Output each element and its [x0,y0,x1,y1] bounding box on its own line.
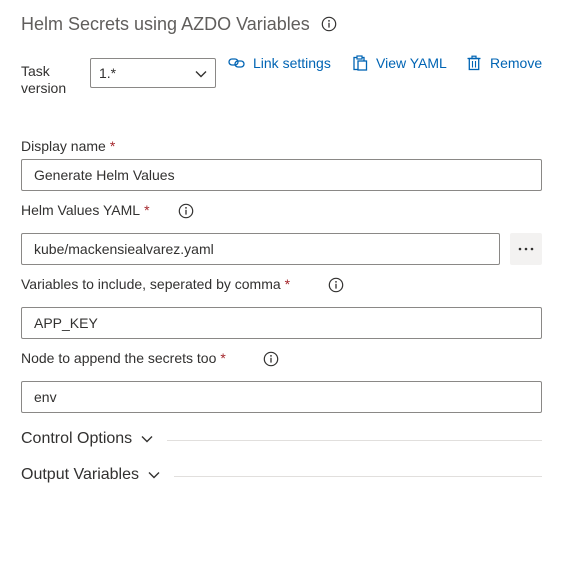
required-mark: * [144,202,150,218]
control-options-label: Control Options [21,430,133,447]
info-icon[interactable] [178,203,194,219]
node-to-append-field[interactable]: env [21,381,542,413]
info-icon[interactable] [328,277,344,293]
output-variables-toggle[interactable]: Output Variables [21,465,161,485]
output-variables-label: Output Variables [21,466,139,483]
helm-values-yaml-label: Helm Values YAML * [21,202,150,218]
required-mark: * [109,138,116,154]
display-name-label: Display name * [21,138,116,154]
chevron-down-icon [141,436,153,443]
required-mark: * [220,350,226,366]
remove-label: Remove [490,55,543,71]
helm-values-yaml-field[interactable]: kube/mackensiealvarez.yaml [21,233,500,265]
info-icon[interactable] [263,351,279,367]
info-icon[interactable] [321,16,337,32]
display-name-field[interactable]: Generate Helm Values [21,159,542,191]
required-mark: * [284,276,291,292]
link-icon [228,58,245,68]
view-yaml-label: View YAML [376,55,447,71]
remove-button[interactable]: Remove [466,54,542,72]
link-settings-button[interactable]: Link settings [228,54,331,72]
trash-icon [467,55,481,71]
chevron-down-icon [195,71,207,78]
link-settings-label: Link settings [253,55,331,71]
section-divider [174,476,542,477]
task-version-dropdown[interactable]: 1.* [90,58,216,88]
browse-button[interactable] [510,233,542,265]
variables-to-include-label: Variables to include, seperated by comma… [21,276,291,292]
node-to-append-label: Node to append the secrets too * [21,350,226,366]
task-version-label: Task version [21,63,67,96]
view-yaml-button[interactable]: View YAML [352,54,447,72]
task-version-value: 1.* [99,65,117,81]
task-title: Helm Secrets using AZDO Variables [21,14,310,34]
clipboard-icon [353,55,368,71]
chevron-down-icon [148,472,160,479]
section-divider [167,440,542,441]
more-icon [518,247,534,251]
control-options-toggle[interactable]: Control Options [21,429,154,449]
variables-to-include-field[interactable]: APP_KEY [21,307,542,339]
